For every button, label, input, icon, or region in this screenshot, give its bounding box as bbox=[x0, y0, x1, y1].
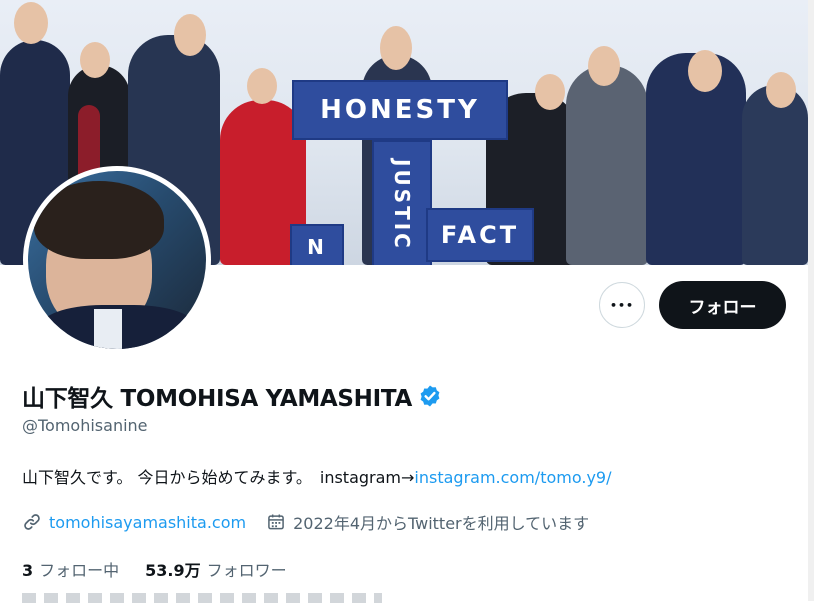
banner-person-head bbox=[535, 74, 565, 110]
more-button[interactable]: ••• bbox=[599, 282, 645, 328]
scrollbar[interactable] bbox=[808, 0, 814, 601]
banner-person bbox=[742, 85, 808, 265]
profile-avatar[interactable] bbox=[23, 166, 211, 354]
banner-sign: FACT bbox=[426, 208, 534, 262]
calendar-icon bbox=[268, 514, 284, 530]
follow-button[interactable]: フォロー bbox=[659, 281, 786, 329]
followers-label: フォロワー bbox=[206, 561, 287, 580]
banner-person-head bbox=[174, 14, 206, 56]
profile-meta: tomohisayamashita.com 2022年4月からTwitterを利… bbox=[22, 510, 589, 534]
profile-bio: 山下智久です。 今日から始めてみます。 instagram→instagram.… bbox=[22, 464, 611, 488]
profile-stats: 3 フォロー中 53.9万 フォロワー bbox=[22, 557, 313, 581]
banner-sign: HONESTY bbox=[292, 80, 508, 140]
avatar-photo bbox=[28, 171, 206, 349]
banner-sign: JUSTIC bbox=[372, 140, 432, 265]
link-icon bbox=[24, 514, 40, 530]
profile-handle: @Tomohisanine bbox=[22, 416, 148, 435]
followers-link[interactable]: 53.9万 フォロワー bbox=[145, 557, 287, 581]
following-count: 3 bbox=[22, 561, 34, 580]
banner-person bbox=[566, 65, 648, 265]
joined-date: 2022年4月からTwitterを利用しています bbox=[293, 514, 590, 533]
following-label: フォロー中 bbox=[39, 561, 120, 580]
banner-person-head bbox=[14, 2, 48, 44]
joined-item: 2022年4月からTwitterを利用しています bbox=[266, 510, 589, 534]
banner-person-head bbox=[247, 68, 277, 104]
banner-person-head bbox=[588, 46, 620, 86]
bio-text: 山下智久です。 今日から始めてみます。 instagram→ bbox=[22, 468, 415, 487]
banner-sign: N bbox=[290, 224, 344, 265]
following-link[interactable]: 3 フォロー中 bbox=[22, 557, 119, 581]
banner-person-head bbox=[766, 72, 796, 108]
banner-person-head bbox=[380, 26, 412, 70]
website-item: tomohisayamashita.com bbox=[22, 512, 246, 532]
display-name: 山下智久 TOMOHISA YAMASHITA bbox=[22, 386, 412, 412]
website-link[interactable]: tomohisayamashita.com bbox=[49, 513, 246, 532]
cutoff-text-row bbox=[22, 593, 382, 603]
verified-badge-icon[interactable] bbox=[418, 384, 442, 408]
banner-person-head bbox=[80, 42, 110, 78]
followers-count: 53.9万 bbox=[145, 561, 201, 580]
banner-person-head bbox=[688, 50, 722, 92]
more-icon: ••• bbox=[609, 298, 635, 312]
name-row: 山下智久 TOMOHISA YAMASHITA bbox=[22, 379, 442, 413]
bio-instagram-link[interactable]: instagram.com/tomo.y9/ bbox=[414, 468, 611, 487]
